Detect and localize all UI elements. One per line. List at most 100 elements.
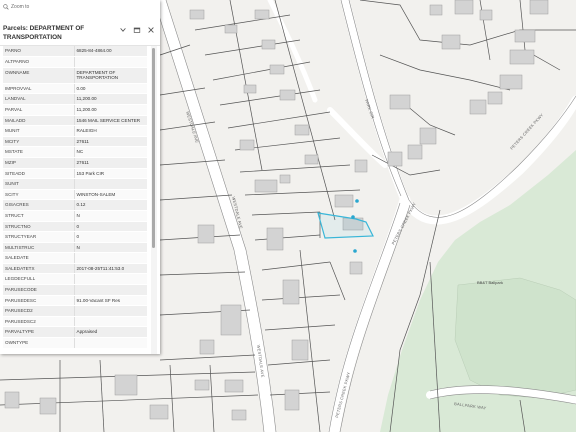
zoom-to-label: Zoom to xyxy=(11,4,30,10)
attribute-key: STRUCTNO xyxy=(3,221,74,233)
popup-scrollbar[interactable] xyxy=(151,46,157,354)
attribute-row: OWNNAME DEPARTMENT OF TRANSPORTATION xyxy=(3,67,147,84)
attribute-row: PARVAL 11,200.00 xyxy=(3,104,147,116)
attribute-value: RALEIGH xyxy=(73,125,147,137)
attribute-value: 153 Park CIR xyxy=(73,168,147,180)
attribute-key: PARUSEDSC2 xyxy=(3,316,74,328)
attribute-key: MSTATE xyxy=(3,146,74,158)
attribute-value xyxy=(73,252,147,264)
attribute-row: PARVALTYPE Appraised xyxy=(3,326,147,339)
attribute-key: ALTPARNO xyxy=(3,56,74,68)
attribute-key: SALEDATETX xyxy=(3,263,74,275)
attribute-list-container[interactable]: PARNO 6825-84-4864.00 ALTPARNO OWNNAME DEPAR… xyxy=(0,46,150,354)
attribute-row: PARUSECD2 xyxy=(3,305,147,317)
popup-header: Zoom to Parcels: DEPARTMENT OF TRANSPORT… xyxy=(0,0,160,46)
attribute-value: 27611 xyxy=(73,136,147,148)
attribute-row: PARUSEDSC2 xyxy=(3,316,147,328)
attribute-row: STRUCTNO 0 xyxy=(3,221,147,233)
attribute-row: STRUCT N xyxy=(3,210,147,222)
close-button[interactable] xyxy=(147,21,155,33)
feature-popup: Zoom to Parcels: DEPARTMENT OF TRANSPORT… xyxy=(0,0,160,354)
collapse-button[interactable] xyxy=(119,21,127,32)
attribute-key: MUNIT xyxy=(3,125,74,137)
close-icon xyxy=(148,27,154,33)
attribute-key: IMPROVVAL xyxy=(3,83,74,95)
attribute-value: 0.00 xyxy=(73,83,147,95)
parcel-point[interactable] xyxy=(355,199,359,203)
attribute-value: DEPARTMENT OF TRANSPORTATION xyxy=(73,67,147,84)
attribute-key: LEGDECFULL xyxy=(3,273,74,286)
attribute-key: MAILADD xyxy=(3,115,74,127)
popup-title: Parcels: DEPARTMENT OF TRANSPORTATION xyxy=(3,25,85,41)
attribute-key: OWNNAME xyxy=(3,67,74,84)
attribute-key: PARVAL xyxy=(3,104,74,116)
zoom-to-link[interactable]: Zoom to xyxy=(3,4,29,10)
attribute-key: PARNO xyxy=(3,46,74,57)
attribute-value xyxy=(73,337,147,349)
attribute-table: PARNO 6825-84-4864.00 ALTPARNO OWNNAME DEPAR… xyxy=(3,46,147,349)
attribute-key: OWNTYPE xyxy=(3,337,74,349)
parcel-point[interactable] xyxy=(353,249,357,253)
attribute-value xyxy=(73,273,147,286)
parcel-point[interactable] xyxy=(351,215,355,219)
attribute-row: PARUSECODE xyxy=(3,284,147,296)
attribute-key: SITEADD xyxy=(3,168,74,180)
attribute-row: SUNIT xyxy=(3,178,147,190)
attribute-row: SALEDATETX 2017-08-25T11:41:53.0 xyxy=(3,263,147,275)
attribute-value: 6825-84-4864.00 xyxy=(73,46,147,57)
attribute-key: MCITY xyxy=(3,136,74,148)
attribute-key: MULTISTRUC xyxy=(3,242,74,254)
attribute-value: 1546 MAIL SERVICE CENTER xyxy=(73,115,147,127)
attribute-key: SALEDATE xyxy=(3,252,74,264)
attribute-value xyxy=(73,56,147,68)
attribute-key: PARUSECODE xyxy=(3,284,74,296)
attribute-row: PARNO 6825-84-4864.00 xyxy=(3,46,147,57)
attribute-row: MZIP 27611 xyxy=(3,157,147,169)
attribute-key: MZIP xyxy=(3,157,74,169)
park-area-inner xyxy=(454,277,576,399)
attribute-row: ALTPARNO xyxy=(3,56,147,68)
attribute-value: N xyxy=(73,210,147,222)
attribute-key: PARUSEDESC xyxy=(3,295,74,307)
attribute-row: MULTISTRUC N xyxy=(3,242,147,254)
attribute-value: 11,200.00 xyxy=(73,93,147,105)
attribute-key: SCITY xyxy=(3,189,74,201)
zoom-icon xyxy=(3,4,9,10)
attribute-value: 0.12 xyxy=(73,199,147,211)
poi-label-bb-t-ballpark: BB&T Ballpark xyxy=(477,280,503,285)
attribute-value: 0 xyxy=(73,231,147,243)
attribute-key: STRUCTYEAR xyxy=(3,231,74,243)
attribute-key: PARVALTYPE xyxy=(3,326,74,339)
attribute-row: MAILADD 1546 MAIL SERVICE CENTER xyxy=(3,115,147,127)
dock-icon xyxy=(133,27,141,33)
dock-button[interactable] xyxy=(133,21,141,33)
attribute-row: GISACRES 0.12 xyxy=(3,199,147,211)
scrollbar-thumb[interactable] xyxy=(152,48,155,248)
attribute-value: 91.00-Vacant SF Res xyxy=(73,295,147,307)
attribute-row: SCITY WINSTON-SALEM xyxy=(3,189,147,201)
attribute-row: MCITY 27611 xyxy=(3,136,147,148)
attribute-row: IMPROVVAL 0.00 xyxy=(3,83,147,95)
attribute-row: MSTATE NC xyxy=(3,146,147,158)
attribute-row: PARUSEDESC 91.00-Vacant SF Res xyxy=(3,295,147,307)
collapse-icon xyxy=(120,28,126,32)
attribute-value xyxy=(73,305,147,317)
attribute-row: STRUCTYEAR 0 xyxy=(3,231,147,243)
attribute-key: GISACRES xyxy=(3,199,74,211)
attribute-key: STRUCT xyxy=(3,210,74,222)
attribute-row: LEGDECFULL xyxy=(3,273,147,286)
attribute-value: Appraised xyxy=(73,326,147,339)
attribute-value: 11,200.00 xyxy=(73,104,147,116)
attribute-value xyxy=(73,316,147,328)
attribute-row: OWNTYPE xyxy=(3,337,147,349)
attribute-value: 27611 xyxy=(73,157,147,169)
attribute-value: WINSTON-SALEM xyxy=(73,189,147,201)
attribute-value: N xyxy=(73,242,147,254)
attribute-value xyxy=(73,178,147,190)
attribute-row: LANDVAL 11,200.00 xyxy=(3,93,147,105)
attribute-value xyxy=(73,284,147,296)
attribute-value: 2017-08-25T11:41:53.0 xyxy=(73,263,147,275)
attribute-value: NC xyxy=(73,146,147,158)
attribute-key: SUNIT xyxy=(3,178,74,190)
attribute-row: SITEADD 153 Park CIR xyxy=(3,168,147,180)
